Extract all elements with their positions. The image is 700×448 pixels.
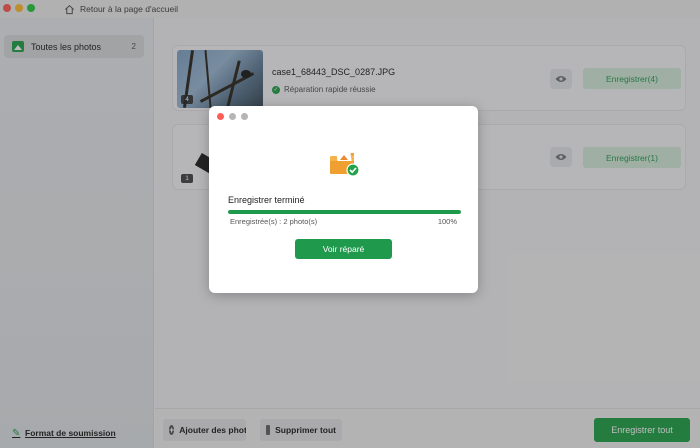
dialog-maximize-button — [241, 113, 248, 120]
saved-folder-icon — [330, 149, 360, 177]
dialog-title: Enregistrer terminé — [228, 195, 305, 205]
save-complete-dialog: Enregistrer terminé Enregistrée(s) : 2 p… — [209, 106, 478, 293]
save-progress-fill — [228, 210, 461, 214]
progress-percent: 100% — [437, 217, 457, 226]
dialog-minimize-button — [229, 113, 236, 120]
saved-count-text: Enregistrée(s) : 2 photo(s) — [230, 217, 318, 226]
save-progress-bar — [228, 210, 461, 214]
dialog-close-button[interactable] — [217, 113, 224, 120]
view-repaired-button[interactable]: Voir réparé — [295, 239, 392, 259]
